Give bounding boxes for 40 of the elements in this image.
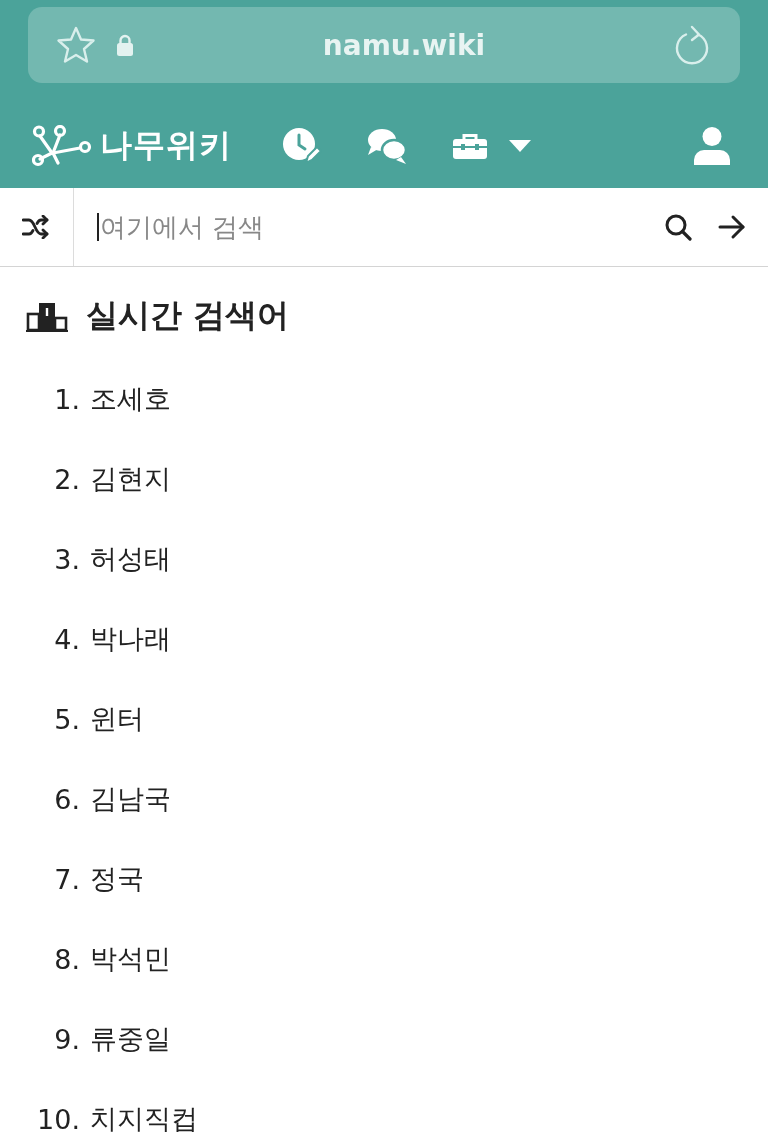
lock-icon	[116, 34, 134, 56]
search-button[interactable]	[664, 213, 692, 241]
star-icon[interactable]	[56, 25, 96, 65]
section-title: 실시간 검색어	[86, 295, 290, 336]
podium-icon	[26, 300, 68, 332]
search-icon	[664, 213, 692, 241]
trending-link[interactable]: 허성태	[90, 541, 171, 577]
rank-number: 10.	[36, 1103, 80, 1135]
trending-link[interactable]: 윈터	[90, 701, 144, 737]
toolbox-icon	[453, 132, 487, 159]
node-graph-icon	[32, 124, 92, 167]
rank-number: 2.	[53, 463, 80, 495]
trending-link[interactable]: 정국	[90, 861, 144, 897]
trending-link[interactable]: 류중일	[90, 1021, 171, 1057]
trending-link[interactable]: 박나래	[90, 621, 171, 657]
discussion-button[interactable]	[367, 126, 407, 165]
rank-number: 1.	[53, 383, 80, 415]
reload-icon[interactable]	[674, 25, 710, 65]
trending-link[interactable]: 치지직컵	[90, 1101, 198, 1137]
shuffle-icon	[21, 215, 50, 239]
rank-number: 8.	[53, 943, 80, 975]
trending-link[interactable]: 김남국	[90, 781, 171, 817]
caret-down-icon	[509, 139, 531, 152]
rank-number: 5.	[53, 703, 80, 735]
trending-link[interactable]: 박석민	[90, 941, 171, 977]
rank-number: 7.	[53, 863, 80, 895]
rank-number: 3.	[53, 543, 80, 575]
arrow-right-icon	[718, 213, 746, 241]
user-icon	[694, 126, 730, 165]
rank-number: 4.	[53, 623, 80, 655]
tools-menu-button[interactable]	[453, 132, 531, 159]
go-button[interactable]	[718, 213, 746, 241]
account-button[interactable]	[694, 126, 730, 165]
url-text: namu.wiki	[321, 28, 487, 62]
chat-bubbles-icon	[367, 126, 407, 165]
rank-number: 6.	[53, 783, 80, 815]
trending-link[interactable]: 김현지	[90, 461, 171, 497]
search-field[interactable]: 여기에서 검색	[99, 207, 664, 247]
trending-link[interactable]: 조세호	[90, 381, 171, 417]
rank-number: 9.	[53, 1023, 80, 1055]
